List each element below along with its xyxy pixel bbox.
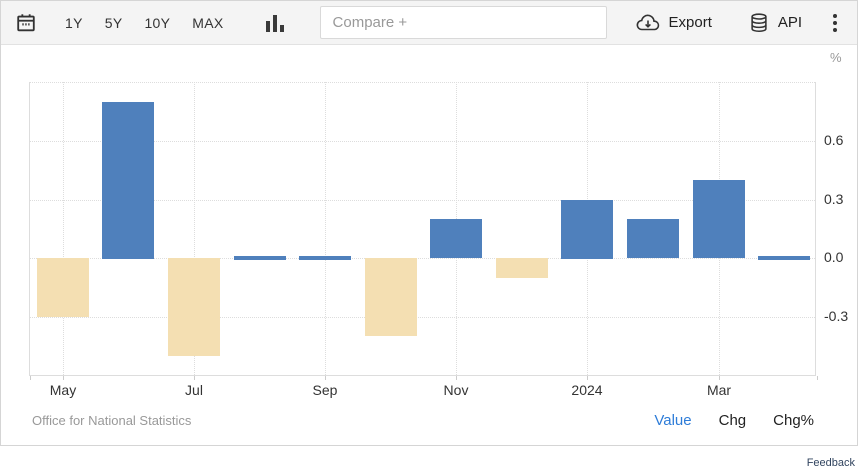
bar-dec[interactable] bbox=[496, 258, 548, 278]
bar-aug[interactable] bbox=[234, 256, 286, 260]
chg-link[interactable]: Chg bbox=[719, 412, 747, 429]
export-label: Export bbox=[669, 14, 712, 31]
api-label: API bbox=[778, 14, 802, 31]
bar-feb[interactable] bbox=[627, 219, 679, 258]
x-gridline bbox=[63, 82, 64, 375]
x-axis-label: 2024 bbox=[571, 382, 602, 398]
bar-mar[interactable] bbox=[693, 180, 745, 258]
x-axis-tick bbox=[63, 376, 64, 380]
x-axis-tick bbox=[325, 376, 326, 380]
api-button[interactable]: API bbox=[748, 12, 802, 34]
chart-type-button[interactable] bbox=[266, 14, 284, 32]
y-axis-label: -0.3 bbox=[824, 308, 858, 324]
x-axis-tick bbox=[817, 376, 818, 380]
range-button-max[interactable]: MAX bbox=[192, 15, 223, 31]
x-axis-label: Nov bbox=[444, 382, 469, 398]
x-axis-tick bbox=[194, 376, 195, 380]
chgpct-link[interactable]: Chg% bbox=[773, 412, 814, 429]
x-axis-tick bbox=[587, 376, 588, 380]
bar-sep[interactable] bbox=[299, 256, 351, 260]
y-axis-label: 0.3 bbox=[824, 191, 858, 207]
calendar-button[interactable] bbox=[15, 12, 37, 34]
bar-jan[interactable] bbox=[561, 200, 613, 259]
x-axis-label: Jul bbox=[185, 382, 203, 398]
range-button-1y[interactable]: 1Y bbox=[65, 15, 83, 31]
feedback-link[interactable]: Feedback bbox=[807, 457, 855, 469]
kebab-menu-icon bbox=[833, 14, 837, 32]
y-axis-label: 0.0 bbox=[824, 249, 858, 265]
x-axis-tick bbox=[719, 376, 720, 380]
range-selector: 1Y 5Y 10Y MAX bbox=[65, 15, 224, 31]
bar-jul[interactable] bbox=[168, 258, 220, 356]
compare-input[interactable] bbox=[320, 6, 607, 39]
series-mode-links: Value Chg Chg% bbox=[654, 412, 814, 429]
source-attribution-link[interactable]: Office for National Statistics bbox=[32, 413, 191, 428]
chart-widget: 1Y 5Y 10Y MAX Export bbox=[0, 0, 858, 446]
x-axis-tick bbox=[30, 376, 31, 380]
x-axis-label: Mar bbox=[707, 382, 731, 398]
bar-may[interactable] bbox=[37, 258, 89, 317]
database-icon bbox=[748, 12, 770, 34]
range-button-10y[interactable]: 10Y bbox=[144, 15, 170, 31]
bar-jun[interactable] bbox=[102, 102, 154, 259]
plot-area: MayJulSepNov2024Mar0.60.30.0-0.3 bbox=[29, 82, 816, 376]
y-axis-unit-label: % bbox=[830, 50, 842, 65]
bar-apr[interactable] bbox=[758, 256, 810, 260]
range-button-5y[interactable]: 5Y bbox=[105, 15, 123, 31]
bar-nov[interactable] bbox=[430, 219, 482, 258]
calendar-icon bbox=[15, 12, 37, 34]
toolbar: 1Y 5Y 10Y MAX Export bbox=[1, 1, 857, 45]
x-axis-tick bbox=[456, 376, 457, 380]
feedback-row: Feedback bbox=[0, 446, 858, 472]
y-gridline bbox=[30, 317, 815, 318]
x-gridline bbox=[325, 82, 326, 375]
chart-region: % MayJulSepNov2024Mar0.60.30.0-0.3 Offic… bbox=[1, 45, 857, 445]
bar-chart-icon bbox=[266, 14, 284, 32]
export-button[interactable]: Export bbox=[635, 13, 712, 33]
x-axis-label: Sep bbox=[313, 382, 338, 398]
value-link[interactable]: Value bbox=[654, 412, 691, 429]
cloud-download-icon bbox=[635, 13, 661, 33]
x-axis-label: May bbox=[50, 382, 76, 398]
bar-oct[interactable] bbox=[365, 258, 417, 336]
more-options-button[interactable] bbox=[827, 10, 843, 36]
y-axis-label: 0.6 bbox=[824, 132, 858, 148]
y-gridline bbox=[30, 82, 815, 83]
